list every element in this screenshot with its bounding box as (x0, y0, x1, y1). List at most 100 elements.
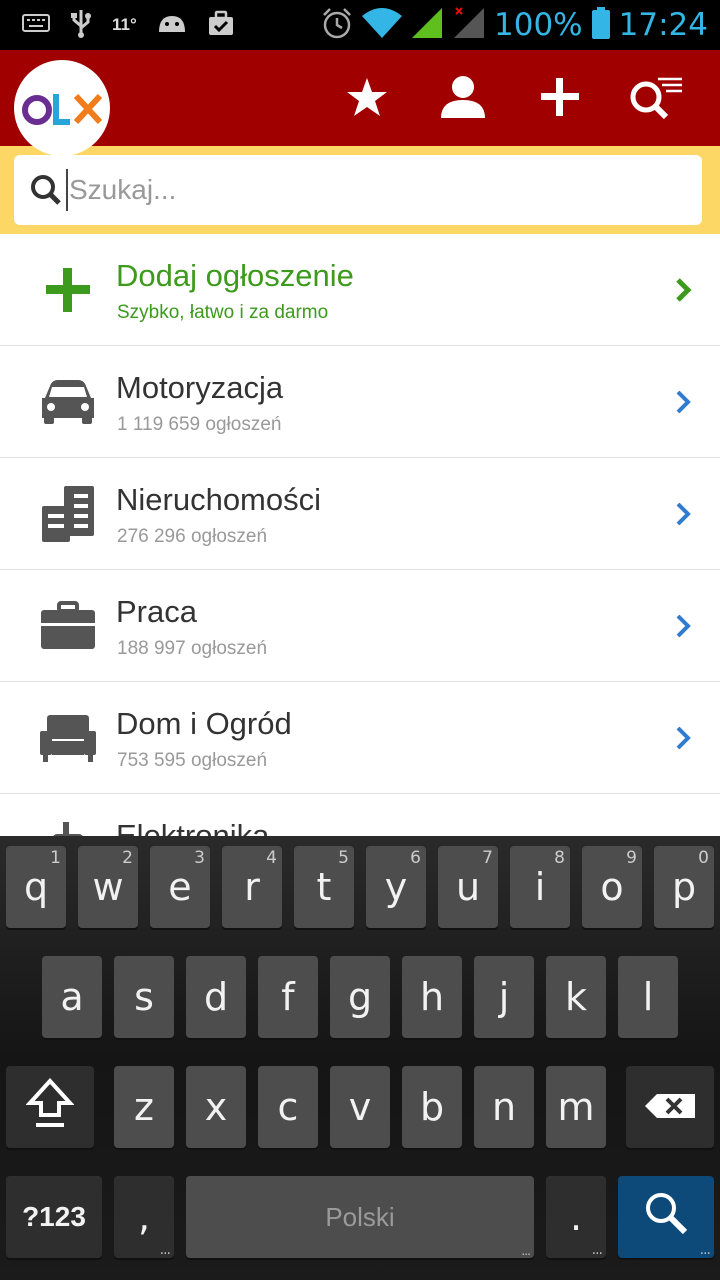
key-q[interactable]: q1 (6, 846, 66, 928)
symbols-key[interactable]: ?123 (6, 1176, 102, 1258)
list-item-elektronika[interactable]: Elektronika (0, 794, 720, 836)
shift-icon (25, 1077, 75, 1138)
key-q-label: q (23, 865, 49, 909)
temperature-text: 11° (112, 15, 137, 34)
clock: 17:24 (618, 7, 708, 43)
key-t[interactable]: t5 (294, 846, 354, 928)
key-hint: 2 (122, 848, 133, 868)
key-hint: 1 (50, 848, 61, 868)
key-o[interactable]: o9 (582, 846, 642, 928)
key-b-label: b (419, 1085, 445, 1129)
key-y[interactable]: y6 (366, 846, 426, 928)
key-hint: 7 (482, 848, 493, 868)
key-i[interactable]: i8 (510, 846, 570, 928)
more-keys-indicator: ... (591, 1242, 603, 1258)
list-item-subtitle: Szybko, łatwo i za darmo (117, 302, 329, 323)
key-e[interactable]: e3 (150, 846, 210, 928)
user-icon (440, 75, 486, 124)
search-box[interactable] (14, 155, 702, 225)
key-x[interactable]: x (186, 1066, 246, 1148)
key-r-label: r (244, 865, 260, 909)
add-listing-button[interactable] (533, 72, 587, 126)
period-key-label: . (569, 1195, 583, 1239)
plus-icon (540, 77, 580, 122)
phone-icon (36, 820, 100, 836)
key-hint: 5 (338, 848, 349, 868)
comma-key-label: , (137, 1195, 151, 1239)
list-item-nieruchomosci[interactable]: Nieruchomości 276 296 ogłoszeń (0, 458, 720, 570)
keyboard-icon (22, 13, 50, 37)
battery-percent: 100% (494, 7, 583, 43)
account-button[interactable] (436, 72, 490, 126)
key-v[interactable]: v (330, 1066, 390, 1148)
key-m-label: m (557, 1085, 595, 1129)
key-h[interactable]: h (402, 956, 462, 1038)
key-g[interactable]: g (330, 956, 390, 1038)
list-item-praca[interactable]: Praca 188 997 ogłoszeń (0, 570, 720, 682)
key-k-label: k (564, 975, 587, 1019)
chevron-right-icon (676, 614, 691, 638)
soft-keyboard: q 1 w 2 e 3 r 4 t 5 y 6 u 7 i 8 o 9 p 0 a s d f g h j k l z x c v b n m ?123… (0, 836, 720, 1280)
key-u[interactable]: u7 (438, 846, 498, 928)
key-w[interactable]: w2 (78, 846, 138, 928)
category-list: Dodaj ogłoszenie Szybko, łatwo i za darm… (0, 234, 720, 836)
signal-icon-2 (452, 6, 486, 45)
list-item-add-listing[interactable]: Dodaj ogłoszenie Szybko, łatwo i za darm… (0, 234, 720, 346)
search-icon (30, 174, 62, 211)
chevron-right-icon (676, 502, 691, 526)
more-keys-indicator: ... (699, 1242, 711, 1258)
favorites-button[interactable] (340, 72, 394, 126)
key-b[interactable]: b (402, 1066, 462, 1148)
list-item-title: Dodaj ogłoszenie (116, 258, 354, 293)
key-t-label: t (316, 865, 332, 909)
list-item-count: 188 997 ogłoszeń (117, 638, 268, 659)
search-input[interactable] (66, 169, 686, 211)
key-l[interactable]: l (618, 956, 678, 1038)
backspace-key[interactable] (626, 1066, 714, 1148)
key-hint: 8 (554, 848, 565, 868)
space-key[interactable]: Polski... (186, 1176, 534, 1258)
key-z[interactable]: z (114, 1066, 174, 1148)
key-h-label: h (419, 975, 445, 1019)
star-icon (346, 77, 388, 122)
search-key[interactable]: ... (618, 1176, 714, 1258)
key-hint: 6 (410, 848, 421, 868)
key-m[interactable]: m (546, 1066, 606, 1148)
key-r[interactable]: r4 (222, 846, 282, 928)
more-keys-indicator: ... (159, 1242, 171, 1258)
key-w-label: w (92, 865, 124, 909)
key-c-label: c (277, 1085, 299, 1129)
key-k[interactable]: k (546, 956, 606, 1038)
key-g-label: g (347, 975, 373, 1019)
battery-icon (591, 6, 611, 45)
search-filter-icon (628, 75, 682, 124)
list-item-title: Nieruchomości (116, 482, 322, 517)
key-l-label: l (642, 975, 654, 1019)
signal-icon (410, 6, 444, 45)
key-n[interactable]: n (474, 1066, 534, 1148)
key-d[interactable]: d (186, 956, 246, 1038)
symbols-key-label: ?123 (22, 1201, 86, 1232)
key-f[interactable]: f (258, 956, 318, 1038)
search-filter-button[interactable] (628, 72, 682, 126)
building-icon (36, 484, 100, 544)
list-item-motoryzacja[interactable]: Motoryzacja 1 119 659 ogłoszeń (0, 346, 720, 458)
list-item-count: 1 119 659 ogłoszeń (117, 414, 282, 435)
key-e-label: e (168, 865, 192, 909)
key-s[interactable]: s (114, 956, 174, 1038)
key-a[interactable]: a (42, 956, 102, 1038)
key-j[interactable]: j (474, 956, 534, 1038)
list-item-dom-i-ogrod[interactable]: Dom i Ogród 753 595 ogłoszeń (0, 682, 720, 794)
more-keys-indicator: ... (521, 1242, 531, 1258)
comma-key[interactable]: ,... (114, 1176, 174, 1258)
shift-key[interactable] (6, 1066, 94, 1148)
app-bar (0, 50, 720, 156)
list-item-count: 753 595 ogłoszeń (117, 750, 268, 771)
period-key[interactable]: .... (546, 1176, 606, 1258)
key-c[interactable]: c (258, 1066, 318, 1148)
key-f-label: f (281, 975, 295, 1019)
key-o-label: o (600, 865, 624, 909)
olx-logo[interactable] (14, 60, 110, 156)
list-item-title: Dom i Ogród (116, 706, 292, 741)
key-p[interactable]: p0 (654, 846, 714, 928)
